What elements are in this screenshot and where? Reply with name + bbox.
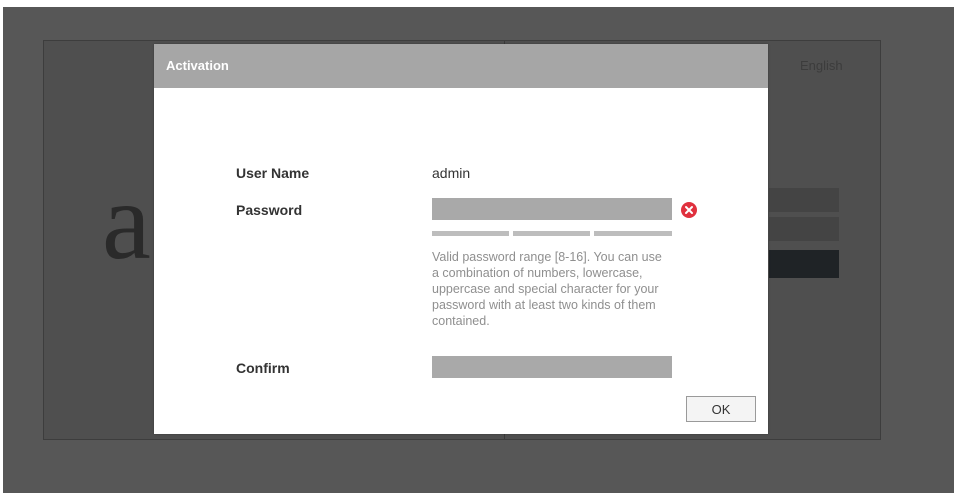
brand-logo: a: [102, 160, 151, 282]
login-button: [769, 250, 839, 278]
password-hint: Valid password range [8-16]. You can use…: [432, 250, 662, 328]
confirm-label: Confirm: [236, 360, 290, 376]
login-username-field: [769, 188, 839, 212]
language-selector: English: [800, 58, 843, 73]
password-strength-segment: [513, 231, 590, 236]
dialog-header: Activation: [154, 44, 768, 88]
password-label: Password: [236, 202, 303, 218]
confirm-password-input[interactable]: [432, 356, 672, 378]
error-x-icon: [681, 202, 697, 218]
screen: a English Activation User Name admin Pas…: [0, 0, 956, 496]
password-strength-segment: [594, 231, 672, 236]
username-value: admin: [432, 165, 471, 181]
ok-button[interactable]: OK: [686, 396, 756, 422]
activation-dialog: Activation User Name admin Password Vali…: [154, 44, 768, 434]
login-password-field: [769, 217, 839, 241]
password-input[interactable]: [432, 198, 672, 220]
password-strength-segment: [432, 231, 509, 236]
dialog-title: Activation: [166, 58, 229, 73]
username-label: User Name: [236, 165, 310, 181]
